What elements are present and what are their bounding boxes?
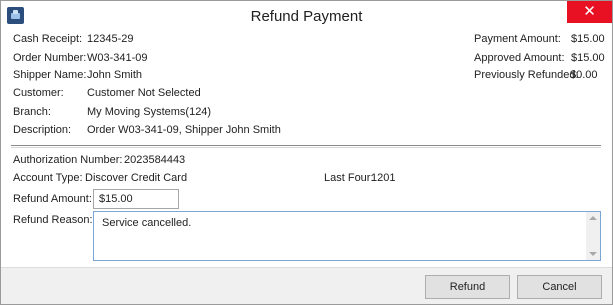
shipper-name-value: John Smith bbox=[87, 69, 143, 81]
account-type-value: Discover Credit Card bbox=[85, 172, 188, 184]
cash-receipt-label: Cash Receipt: bbox=[13, 33, 83, 45]
refund-amount-label: Refund Amount: bbox=[13, 193, 92, 205]
close-button[interactable]: ✕ bbox=[567, 1, 612, 23]
cancel-button[interactable]: Cancel bbox=[517, 275, 602, 299]
branch-value: My Moving Systems(124) bbox=[87, 106, 212, 118]
order-number-label: Order Number: bbox=[13, 52, 87, 64]
payment-amount-value: $15.00 bbox=[571, 33, 605, 45]
shipper-name-label: Shipper Name: bbox=[13, 69, 87, 81]
order-number-value: W03-341-09 bbox=[87, 52, 148, 64]
scroll-down-arrow-icon[interactable] bbox=[589, 252, 597, 256]
previously-refunded-label: Previously Refunded: bbox=[474, 69, 579, 81]
refund-payment-dialog: Refund Payment ✕ Cash Receipt: 12345-29 … bbox=[0, 0, 613, 305]
approved-amount-value: $15.00 bbox=[571, 52, 605, 64]
refund-reason-text: Service cancelled. bbox=[102, 217, 192, 229]
refund-amount-input[interactable]: $15.00 bbox=[93, 189, 179, 209]
authorization-number-label: Authorization Number: bbox=[13, 154, 123, 166]
cash-receipt-value: 12345-29 bbox=[87, 33, 134, 45]
dialog-footer: Refund Cancel bbox=[1, 267, 612, 304]
section-divider-shadow bbox=[11, 147, 601, 148]
customer-label: Customer: bbox=[13, 87, 64, 99]
reason-scrollbar[interactable] bbox=[586, 212, 600, 260]
customer-value: Customer Not Selected bbox=[87, 87, 201, 99]
description-label: Description: bbox=[13, 124, 72, 136]
approved-amount-label: Approved Amount: bbox=[474, 52, 565, 64]
refund-button[interactable]: Refund bbox=[425, 275, 510, 299]
title-bar: Refund Payment ✕ bbox=[1, 1, 612, 32]
scroll-up-arrow-icon[interactable] bbox=[589, 216, 597, 220]
authorization-number-value: 2023584443 bbox=[124, 154, 186, 166]
last-four-label: Last Four: bbox=[324, 172, 374, 184]
description-value: Order W03-341-09, Shipper John Smith bbox=[87, 124, 281, 136]
branch-label: Branch: bbox=[13, 106, 51, 118]
window-title: Refund Payment bbox=[250, 8, 363, 25]
refund-reason-textarea[interactable]: Service cancelled. bbox=[93, 211, 601, 261]
refund-reason-label: Refund Reason: bbox=[13, 214, 93, 226]
account-type-label: Account Type: bbox=[13, 172, 83, 184]
section-divider bbox=[11, 145, 601, 146]
previously-refunded-value: $0.00 bbox=[570, 69, 598, 81]
payment-amount-label: Payment Amount: bbox=[474, 33, 561, 45]
last-four-value: 1201 bbox=[371, 172, 396, 184]
